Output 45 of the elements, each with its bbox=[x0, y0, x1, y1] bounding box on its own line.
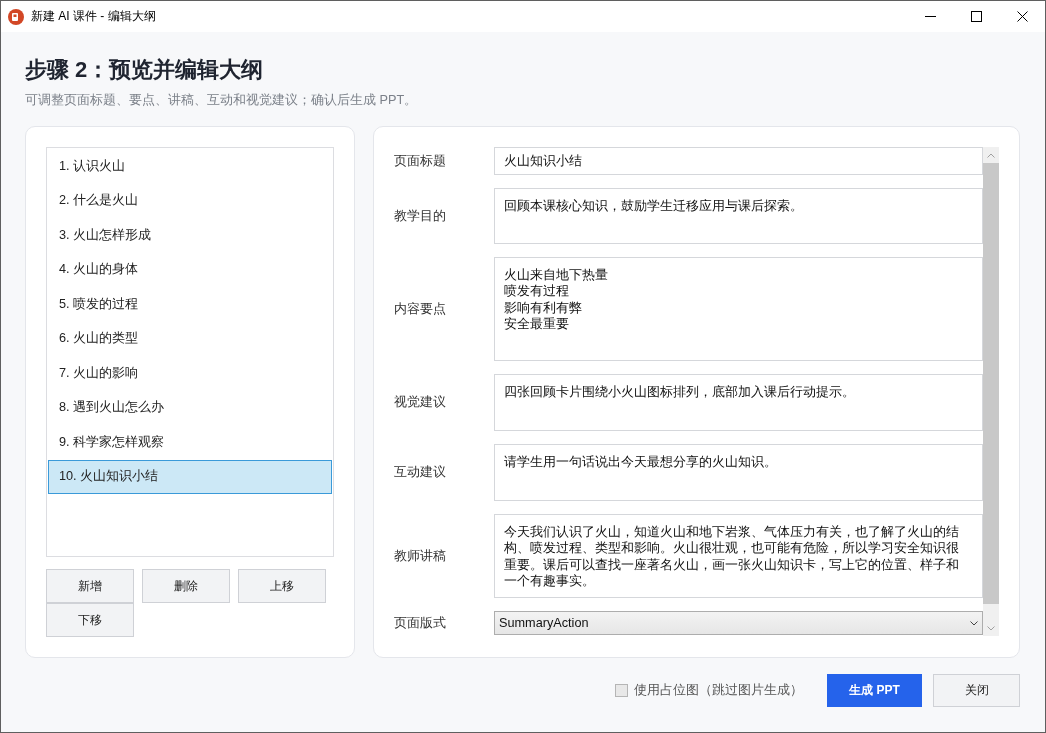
close-dialog-button[interactable]: 关闭 bbox=[933, 674, 1020, 707]
placeholder-checkbox[interactable] bbox=[615, 684, 628, 697]
chevron-up-icon[interactable] bbox=[987, 152, 995, 158]
field-label: 互动建议 bbox=[394, 464, 446, 481]
layout-dropdown[interactable]: SummaryAction bbox=[494, 611, 983, 635]
text-line: 喷发有过程 bbox=[504, 283, 569, 300]
app-icon bbox=[8, 8, 24, 25]
generate-button[interactable]: 生成 PPT bbox=[827, 674, 922, 707]
close-icon bbox=[1016, 11, 1028, 22]
step-heading: 步骤 2：预览并编辑大纲 bbox=[25, 56, 264, 84]
outline-action-button[interactable]: 上移 bbox=[238, 569, 326, 603]
field-label: 页面标题 bbox=[394, 152, 446, 170]
field-label: 视觉建议 bbox=[394, 394, 446, 411]
outline-item[interactable]: 4. 火山的身体 bbox=[48, 252, 332, 287]
field-label: 页面版式 bbox=[394, 614, 446, 632]
outline-item[interactable]: 3. 火山怎样形成 bbox=[48, 218, 332, 253]
outline-item[interactable]: 10. 火山知识小结 bbox=[48, 459, 332, 494]
field-label: 教学目的 bbox=[394, 207, 446, 225]
field-label: 教师讲稿 bbox=[394, 547, 446, 565]
maximize-icon bbox=[970, 11, 982, 22]
text-line: 火山来自地下热量 bbox=[504, 267, 608, 284]
text-area[interactable]: 火山来自地下热量 喷发有过程 影响有利有弊 安全最重要 bbox=[494, 257, 983, 361]
window-title: 新建 AI 课件 - 编辑大纲 bbox=[31, 8, 156, 25]
outline-item[interactable]: 6. 火山的类型 bbox=[48, 321, 332, 356]
text-area[interactable]: 四张回顾卡片围绕小火山图标排列，底部加入课后行动提示。 bbox=[494, 374, 983, 431]
text-area[interactable]: 回顾本课核心知识，鼓励学生迁移应用与课后探索。 bbox=[494, 188, 983, 244]
outline-action-button[interactable]: 新增 bbox=[46, 569, 134, 603]
outline-item[interactable]: 9. 科学家怎样观察 bbox=[48, 425, 332, 460]
text-line: 安全最重要 bbox=[504, 315, 569, 333]
title-input[interactable]: 火山知识小结 bbox=[494, 147, 983, 175]
outline-action-button[interactable]: 下移 bbox=[46, 603, 134, 637]
field-label: 内容要点 bbox=[394, 300, 446, 318]
outline-action-button[interactable]: 删除 bbox=[142, 569, 230, 603]
outline-item[interactable]: 1. 认识火山 bbox=[48, 149, 332, 184]
checkbox-label: 使用占位图（跳过图片生成） bbox=[634, 682, 803, 699]
step-description: 可调整页面标题、要点、讲稿、互动和视觉建议；确认后生成 PPT。 bbox=[25, 92, 418, 108]
text-area[interactable]: 今天我们认识了火山，知道火山和地下岩浆、气体压力有关，也了解了火山的结构、喷发过程、类型和影响。火山很壮观，也可能有危险，所以学习安全知识很重要。课后可以查找一座著名火山，画一张火山知识卡，写上它的位置、样子和一个有趣事实。 bbox=[494, 514, 983, 598]
text-area[interactable]: 请学生用一句话说出今天最想分享的火山知识。 bbox=[494, 444, 983, 501]
chevron-down-icon bbox=[970, 620, 978, 626]
outline-item[interactable]: 2. 什么是火山 bbox=[48, 183, 332, 218]
outline-item[interactable]: 8. 遇到火山怎么办 bbox=[48, 390, 332, 425]
chevron-down-icon[interactable] bbox=[987, 625, 995, 631]
outline-item[interactable]: 7. 火山的影响 bbox=[48, 356, 332, 391]
text-line: 影响有利有弊 bbox=[504, 299, 582, 316]
outline-item[interactable]: 5. 喷发的过程 bbox=[48, 287, 332, 322]
